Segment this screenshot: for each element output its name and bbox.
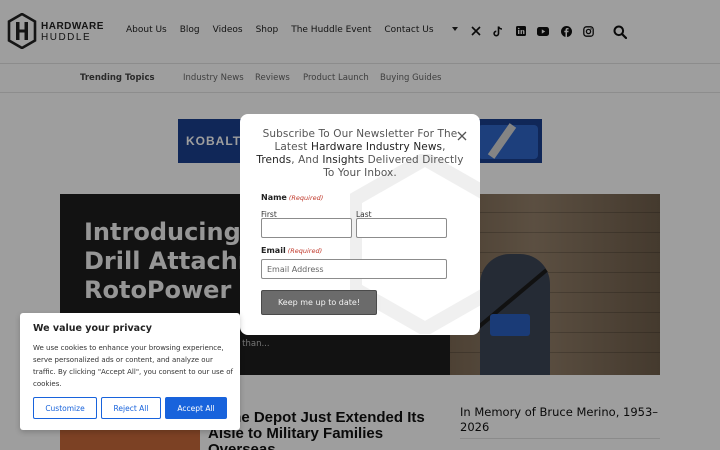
reject-all-button[interactable]: Reject All [101, 397, 161, 419]
newsletter-heading-highlight: Insights [322, 154, 365, 166]
name-label: Name (Required) [261, 193, 323, 202]
email-label: Email (Required) [261, 246, 322, 255]
customize-button[interactable]: Customize [33, 397, 97, 419]
newsletter-heading-highlight: Trends [256, 154, 292, 166]
last-name-input[interactable] [356, 218, 447, 238]
required-marker: (Required) [287, 247, 323, 255]
cookie-title: We value your privacy [33, 323, 152, 334]
newsletter-heading: Subscribe To Our Newsletter For The Late… [256, 128, 464, 180]
newsletter-modal: Subscribe To Our Newsletter For The Late… [240, 114, 480, 335]
email-label-text: Email [261, 246, 286, 255]
accept-all-button[interactable]: Accept All [165, 397, 227, 419]
name-label-text: Name [261, 193, 287, 202]
first-name-input[interactable] [261, 218, 352, 238]
subscribe-button[interactable]: Keep me up to date! [261, 290, 377, 315]
required-marker: (Required) [288, 194, 324, 202]
cookie-consent-banner: We value your privacy We use cookies to … [20, 313, 240, 430]
newsletter-heading-text: , And [291, 154, 323, 166]
newsletter-heading-text: , [442, 141, 446, 153]
newsletter-heading-highlight: Hardware Industry News [310, 141, 443, 153]
email-input[interactable] [261, 259, 447, 279]
cookie-body: We use cookies to enhance your browsing … [33, 344, 233, 388]
